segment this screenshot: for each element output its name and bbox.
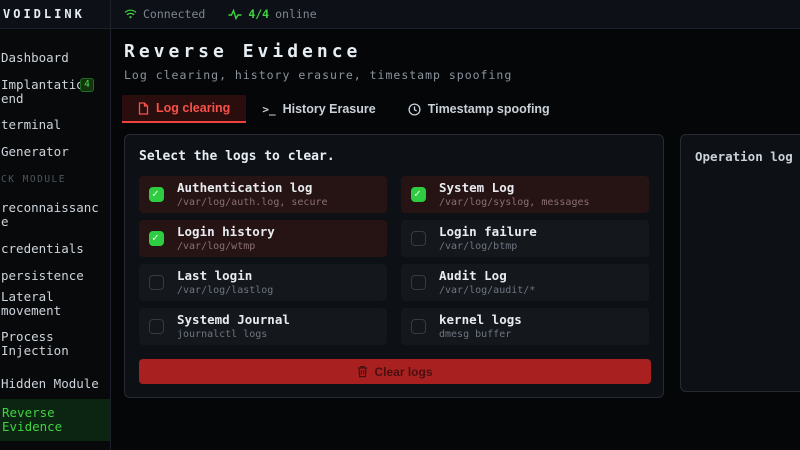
- sidebar-item-generator[interactable]: Generator: [1, 145, 110, 159]
- log-option-path: /var/log/audit/*: [439, 285, 535, 296]
- app-logo: VOIDLINK: [3, 7, 85, 21]
- sidebar-item-label: Implantation end: [1, 77, 91, 106]
- operation-log-panel: Operation log ( 0: [680, 134, 800, 392]
- log-clearing-panel: Select the logs to clear. ✓ Authenticati…: [124, 134, 664, 398]
- log-option-path: dmesg buffer: [439, 329, 522, 340]
- checkbox-checked-icon[interactable]: ✓: [149, 187, 164, 202]
- sidebar-item-reconnaissance[interactable]: reconnaissance: [1, 201, 110, 229]
- checkbox-unchecked-icon[interactable]: ✓: [411, 231, 426, 246]
- log-option-label: Login history: [177, 225, 275, 238]
- page-title: Reverse Evidence: [124, 41, 800, 62]
- sidebar-item-credentials[interactable]: credentials: [1, 242, 110, 256]
- online-count: 4/4: [248, 7, 269, 21]
- sidebar-item-persistence[interactable]: persistence: [1, 269, 110, 283]
- tab-history-erasure[interactable]: >_ History Erasure: [246, 95, 391, 123]
- log-option-path: /var/log/lastlog: [177, 285, 273, 296]
- log-option-path: /var/log/wtmp: [177, 241, 275, 252]
- log-option-path: /var/log/auth.log, secure: [177, 197, 328, 208]
- log-option-path: /var/log/btmp: [439, 241, 537, 252]
- main-content: Reverse Evidence Log clearing, history e…: [112, 30, 800, 450]
- log-option-login-failure[interactable]: ✓ Login failure /var/log/btmp: [401, 220, 649, 257]
- clear-logs-button[interactable]: Clear logs: [139, 359, 651, 384]
- log-option-label: Systemd Journal: [177, 313, 290, 326]
- sidebar: VOIDLINK Dashboard Implantation end 4 te…: [0, 0, 111, 450]
- log-option-label: Login failure: [439, 225, 537, 238]
- operation-log-title: Operation log ( 0: [695, 149, 800, 164]
- sidebar-item-implantation[interactable]: Implantation end 4: [1, 78, 110, 106]
- tab-timestamp-spoofing[interactable]: Timestamp spoofing: [392, 95, 566, 123]
- log-option-authentication-log[interactable]: ✓ Authentication log /var/log/auth.log, …: [139, 176, 387, 213]
- page-subtitle: Log clearing, history erasure, timestamp…: [124, 68, 800, 82]
- terminal-prompt-icon: >_: [262, 103, 275, 116]
- activity-icon: [228, 9, 242, 20]
- connection-status: Connected: [143, 7, 205, 21]
- online-label: online: [275, 7, 317, 21]
- tab-label: Timestamp spoofing: [428, 102, 550, 116]
- clear-logs-label: Clear logs: [374, 365, 432, 379]
- sidebar-item-process-injection[interactable]: Process Injection: [1, 330, 110, 358]
- log-option-audit-log[interactable]: ✓ Audit Log /var/log/audit/*: [401, 264, 649, 301]
- log-option-login-history[interactable]: ✓ Login history /var/log/wtmp: [139, 220, 387, 257]
- sidebar-nav-list: Dashboard Implantation end 4 terminal Ge…: [0, 29, 110, 450]
- sidebar-item-lateral-movement[interactable]: Lateral movement: [1, 290, 110, 318]
- checkbox-unchecked-icon[interactable]: ✓: [411, 275, 426, 290]
- checkbox-checked-icon[interactable]: ✓: [149, 231, 164, 246]
- tab-log-clearing[interactable]: Log clearing: [122, 95, 246, 123]
- checkbox-unchecked-icon[interactable]: ✓: [411, 319, 426, 334]
- wifi-icon: [124, 9, 137, 20]
- sidebar-item-dashboard[interactable]: Dashboard: [1, 51, 110, 65]
- log-option-label: kernel logs: [439, 313, 522, 326]
- clock-icon: [408, 103, 421, 116]
- sidebar-item-reverse-evidence[interactable]: Reverse Evidence: [0, 399, 110, 441]
- log-option-label: Audit Log: [439, 269, 535, 282]
- checkbox-unchecked-icon[interactable]: ✓: [149, 319, 164, 334]
- log-option-kernel-logs[interactable]: ✓ kernel logs dmesg buffer: [401, 308, 649, 345]
- log-option-label: Authentication log: [177, 181, 328, 194]
- sidebar-header: VOIDLINK: [0, 0, 110, 29]
- log-options-grid: ✓ Authentication log /var/log/auth.log, …: [139, 176, 649, 345]
- file-icon: [138, 102, 149, 115]
- tab-label: Log clearing: [156, 101, 230, 115]
- count-badge: 4: [80, 78, 94, 92]
- sidebar-section-attack-module: CK MODULE: [1, 173, 110, 187]
- log-option-path: /var/log/syslog, messages: [439, 197, 590, 208]
- log-option-label: Last login: [177, 269, 273, 282]
- checkbox-unchecked-icon[interactable]: ✓: [149, 275, 164, 290]
- trash-icon: [357, 365, 368, 378]
- log-panel-title: Select the logs to clear.: [139, 149, 649, 164]
- sidebar-item-terminal[interactable]: terminal: [1, 118, 110, 132]
- log-option-last-login[interactable]: ✓ Last login /var/log/lastlog: [139, 264, 387, 301]
- sidebar-item-hidden-module[interactable]: Hidden Module: [1, 377, 110, 391]
- log-option-label: System Log: [439, 181, 590, 194]
- tab-bar: Log clearing >_ History Erasure Timestam…: [122, 95, 800, 123]
- checkbox-checked-icon[interactable]: ✓: [411, 187, 426, 202]
- log-option-systemd-journal[interactable]: ✓ Systemd Journal journalctl logs: [139, 308, 387, 345]
- log-option-system-log[interactable]: ✓ System Log /var/log/syslog, messages: [401, 176, 649, 213]
- status-bar: Connected 4/4 online: [111, 0, 800, 29]
- log-option-path: journalctl logs: [177, 329, 290, 340]
- tab-label: History Erasure: [283, 102, 376, 116]
